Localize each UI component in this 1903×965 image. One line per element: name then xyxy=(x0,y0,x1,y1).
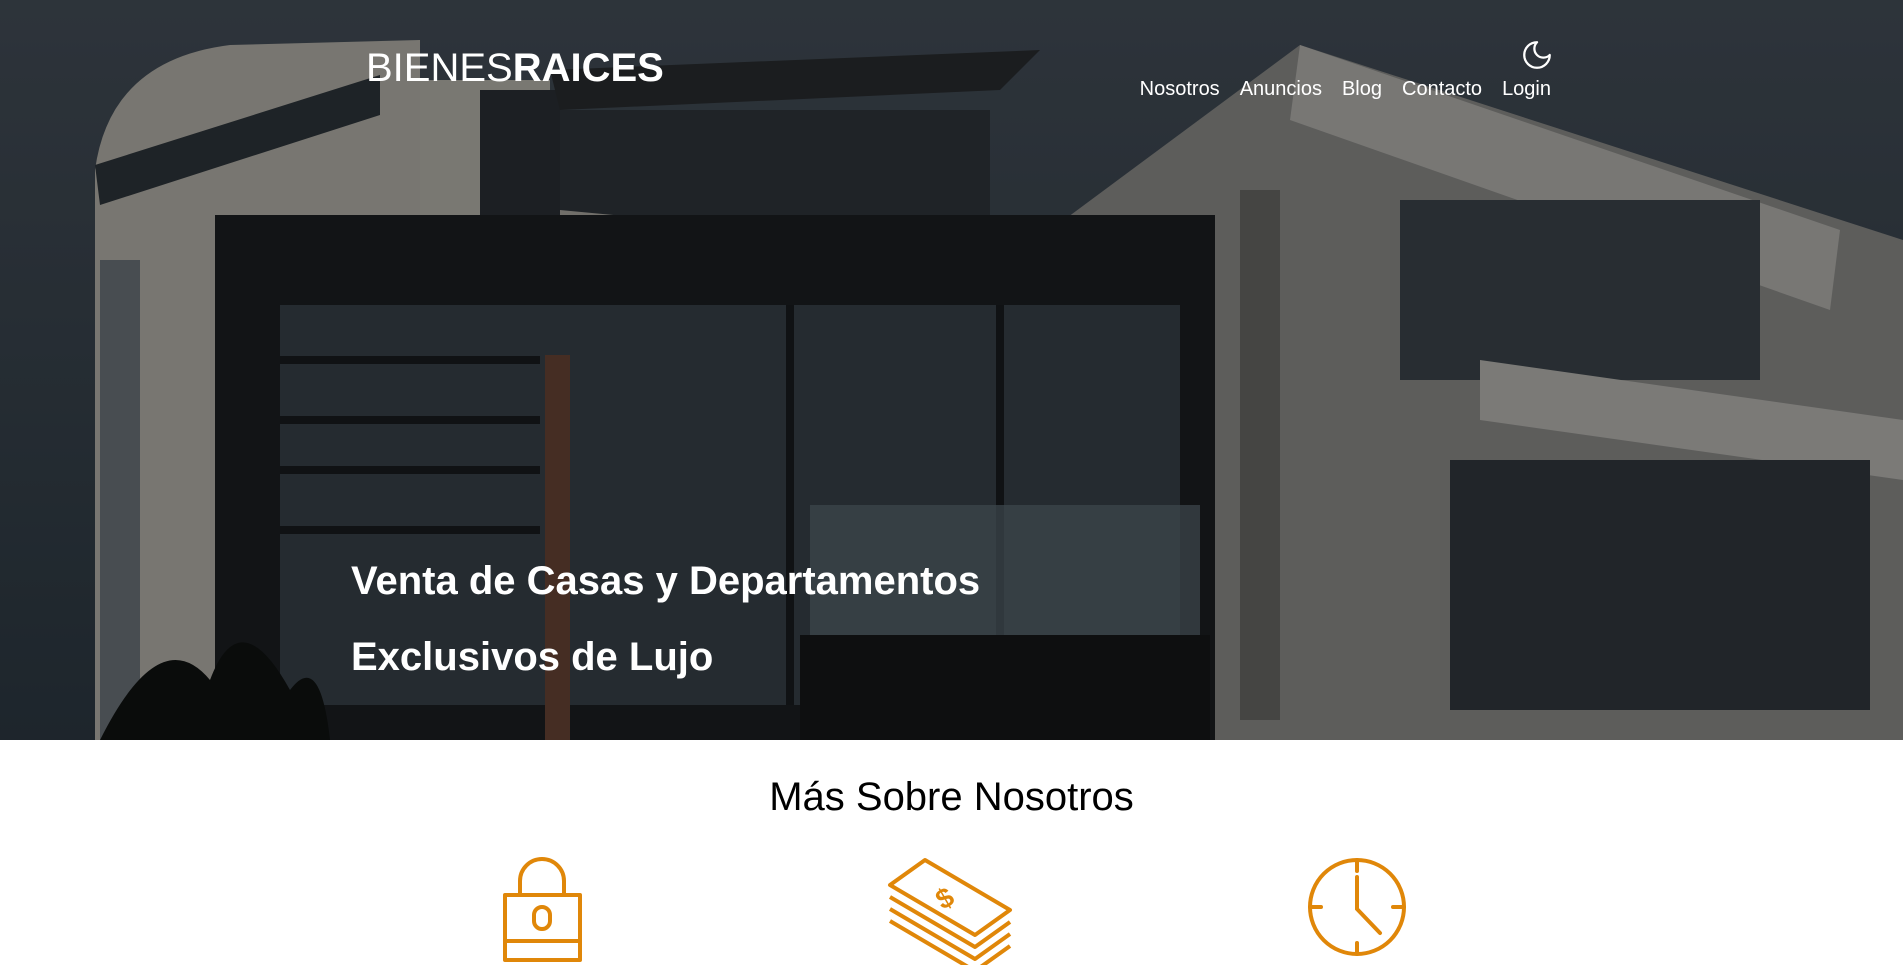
clock-icon xyxy=(1308,858,1406,956)
nav-link-blog[interactable]: Blog xyxy=(1342,78,1382,101)
about-section: Más Sobre Nosotros $ xyxy=(0,740,1903,965)
site-header: BIENESRAICES Nosotros Anuncios Blog Cont… xyxy=(0,0,1903,130)
logo-bold-text: RAICES xyxy=(512,46,664,90)
logo-light-text: BIENES xyxy=(366,46,513,90)
money-icon: $ xyxy=(888,858,1012,965)
hero-heading-line-1: Venta de Casas y Departamentos xyxy=(351,559,981,603)
about-section-title: Más Sobre Nosotros xyxy=(769,775,1134,819)
nav-link-anuncios[interactable]: Anuncios xyxy=(1240,78,1322,101)
lock-icon xyxy=(503,857,582,962)
moon-icon xyxy=(1523,41,1551,69)
nav-link-login[interactable]: Login xyxy=(1502,78,1551,101)
main-navigation: Nosotros Anuncios Blog Contacto Login xyxy=(1140,78,1551,101)
dark-mode-toggle[interactable] xyxy=(1520,38,1554,72)
nav-link-nosotros[interactable]: Nosotros xyxy=(1140,78,1220,101)
hero-heading: Venta de Casas y Departamentos Exclusivo… xyxy=(351,543,980,695)
nav-link-contacto[interactable]: Contacto xyxy=(1402,78,1482,101)
hero-heading-line-2: Exclusivos de Lujo xyxy=(351,635,714,679)
site-logo[interactable]: BIENESRAICES xyxy=(366,46,664,91)
hero-banner: BIENESRAICES Nosotros Anuncios Blog Cont… xyxy=(0,0,1903,740)
